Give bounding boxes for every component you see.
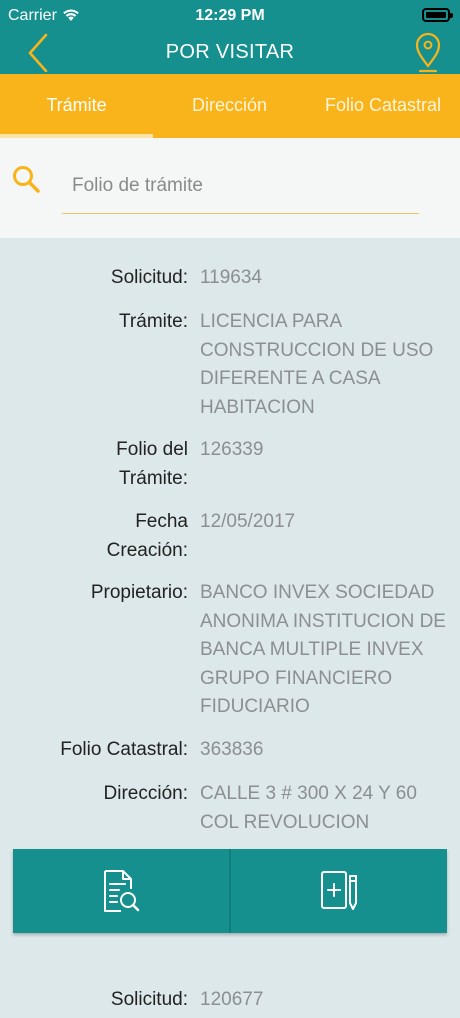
propietario-value: BANCO INVEX SOCIEDAD ANONIMA INSTITUCION… xyxy=(200,582,446,717)
next-solicitud-value: 120677 xyxy=(200,989,264,1010)
tramite-label: Trámite: xyxy=(119,311,188,332)
document-search-icon xyxy=(104,870,140,912)
tab-direccion[interactable]: Dirección xyxy=(153,74,306,138)
search-bar xyxy=(0,138,460,238)
tramite-value: LICENCIA PARA CONSTRUCCION DE USO DIFERE… xyxy=(200,311,434,418)
map-pin-icon[interactable] xyxy=(412,32,444,74)
clock: 12:29 PM xyxy=(195,7,265,24)
add-document-button[interactable] xyxy=(231,849,447,933)
record-actions xyxy=(13,849,447,933)
fecha-label: Fecha Creación: xyxy=(106,511,188,561)
tab-bar: Trámite Dirección Folio Catastral xyxy=(0,74,460,138)
folio-catastral-label: Folio Catastral: xyxy=(60,739,188,760)
tab-folio-catastral[interactable]: Folio Catastral xyxy=(306,74,460,138)
search-input[interactable] xyxy=(62,158,419,214)
battery-icon xyxy=(422,8,453,22)
navigation-bar: POR VISITAR xyxy=(0,32,460,74)
page-title: POR VISITAR xyxy=(165,41,295,63)
status-bar: Carrier 12:29 PM xyxy=(0,0,460,32)
folio-catastral-value: 363836 xyxy=(200,739,264,760)
folio-tramite-value: 126339 xyxy=(200,439,264,460)
direccion-label: Dirección: xyxy=(103,783,188,804)
direccion-value: CALLE 3 # 300 X 24 Y 60 COL REVOLUCION xyxy=(200,783,417,833)
next-solicitud-label: Solicitud: xyxy=(110,989,188,1010)
add-document-icon xyxy=(321,871,357,910)
solicitud-value: 119634 xyxy=(200,267,262,288)
search-icon xyxy=(13,166,40,193)
folio-tramite-label: Folio del Trámite: xyxy=(116,439,188,489)
view-document-button[interactable] xyxy=(13,849,229,933)
propietario-label: Propietario: xyxy=(90,582,188,603)
tab-tramite[interactable]: Trámite xyxy=(0,74,153,138)
next-record: Solicitud: 120677 xyxy=(0,978,460,1018)
fecha-value: 12/05/2017 xyxy=(200,511,296,532)
solicitud-label: Solicitud: xyxy=(110,267,188,288)
